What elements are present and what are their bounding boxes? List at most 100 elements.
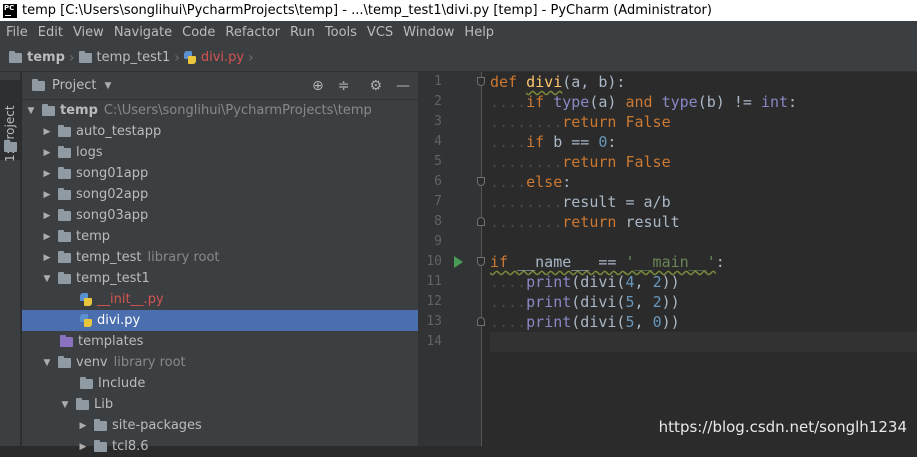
- line-number: 5: [434, 154, 442, 169]
- menu-refactor[interactable]: Refactor: [219, 25, 284, 40]
- fold-marker-icon[interactable]: [477, 177, 485, 186]
- tree-item-auto-testapp[interactable]: ▶ auto_testapp: [22, 121, 418, 142]
- logo-text: PC: [4, 3, 15, 12]
- collapsed-arrow-icon[interactable]: ▶: [42, 148, 52, 158]
- tree-item-song01app[interactable]: ▶ song01app: [22, 163, 418, 184]
- code-line-current: [490, 332, 917, 352]
- breadcrumb: temp › temp_test1 › divi.py ›: [0, 44, 917, 72]
- tree-item-divi-py[interactable]: divi.py: [22, 310, 418, 331]
- tree-item-song02app[interactable]: ▶ song02app: [22, 184, 418, 205]
- editor-gutter: 1 2 3 4 5 6 7 8 9 10 11 12 13 14: [418, 72, 485, 446]
- collapsed-arrow-icon[interactable]: ▶: [42, 127, 52, 137]
- tree-item-logs[interactable]: ▶ logs: [22, 142, 418, 163]
- tree-item-tcl86[interactable]: ▶ tcl8.6: [22, 436, 418, 457]
- breadcrumb-item-temp[interactable]: temp ›: [9, 50, 79, 66]
- breadcrumb-item-temp-test1[interactable]: temp_test1 ›: [78, 49, 184, 66]
- menu-view[interactable]: View: [67, 25, 108, 40]
- code-line: ....print(divi(5, 2)): [490, 293, 680, 311]
- expanded-arrow-icon[interactable]: ▼: [60, 400, 70, 410]
- collapsed-arrow-icon[interactable]: ▶: [42, 211, 52, 221]
- line-number: 1: [434, 74, 442, 89]
- chevron-down-icon[interactable]: ▼: [104, 81, 111, 91]
- code-line: ....if b == 0:: [490, 133, 617, 151]
- menu-tools[interactable]: Tools: [319, 25, 361, 40]
- folder-icon: [78, 50, 92, 63]
- project-tool-tab[interactable]: 1: Project: [0, 80, 21, 162]
- python-file-icon: [80, 293, 92, 306]
- tree-item-label: venv: [76, 355, 108, 370]
- tree-item-label: temp_test: [76, 250, 142, 265]
- code-area[interactable]: def divi(a, b): ....if type(a) and type(…: [490, 72, 917, 352]
- line-number: 6: [434, 174, 442, 189]
- fold-marker-icon[interactable]: [477, 257, 485, 266]
- library-root-label: library root: [147, 250, 220, 265]
- panel-title[interactable]: Project: [52, 78, 96, 93]
- menu-file[interactable]: File: [0, 25, 32, 40]
- folder-icon: [58, 250, 71, 263]
- breadcrumb-item-divi-py[interactable]: divi.py ›: [183, 49, 258, 66]
- collapsed-arrow-icon[interactable]: ▶: [42, 190, 52, 200]
- line-number: 8: [434, 214, 442, 229]
- folder-icon: [58, 271, 71, 284]
- tree-item-label: song02app: [76, 187, 149, 202]
- tree-item-site-packages[interactable]: ▶ site-packages: [22, 415, 418, 436]
- folder-icon: [94, 418, 107, 431]
- tree-item-lib[interactable]: ▼ Lib: [22, 394, 418, 415]
- expanded-arrow-icon[interactable]: ▼: [42, 358, 52, 368]
- fold-marker-icon[interactable]: [477, 77, 485, 86]
- code-line: ....print(divi(4, 2)): [490, 273, 680, 291]
- tree-item-label: temp: [60, 103, 98, 118]
- library-root-label: library root: [113, 355, 186, 370]
- tree-item-temp[interactable]: ▶ temp: [22, 226, 418, 247]
- menu-window[interactable]: Window: [397, 25, 458, 40]
- line-number: 11: [426, 274, 442, 289]
- code-line: ........result = a/b: [490, 193, 671, 211]
- tree-item-init-py[interactable]: __init__.py: [22, 289, 418, 310]
- menu-code[interactable]: Code: [176, 25, 219, 40]
- tree-item-path: C:\Users\songlihui\PycharmProjects\temp: [103, 103, 372, 118]
- tree-item-label: divi.py: [97, 313, 141, 328]
- chevron-right-icon: ›: [174, 49, 180, 66]
- collapsed-arrow-icon[interactable]: ▶: [78, 421, 88, 431]
- fold-marker-icon[interactable]: [477, 317, 485, 326]
- tree-item-temp-root[interactable]: ▼ temp C:\Users\songlihui\PycharmProject…: [22, 100, 418, 121]
- menu-run[interactable]: Run: [284, 25, 319, 40]
- expanded-arrow-icon[interactable]: ▼: [42, 274, 52, 284]
- tree-item-venv[interactable]: ▼ venv library root: [22, 352, 418, 373]
- folder-icon: [58, 208, 71, 221]
- collapsed-arrow-icon[interactable]: ▶: [78, 442, 88, 452]
- tree-item-include[interactable]: Include: [22, 373, 418, 394]
- project-tree: ▼ temp C:\Users\songlihui\PycharmProject…: [22, 100, 418, 457]
- project-panel: Project ▼ ⊕ ≑ ⚙ — ▼ temp C:\Users\songli…: [22, 72, 418, 454]
- tree-item-temp-test1[interactable]: ▼ temp_test1: [22, 268, 418, 289]
- tree-item-label: song03app: [76, 208, 149, 223]
- collapsed-arrow-icon[interactable]: ▶: [42, 253, 52, 263]
- code-editor[interactable]: 1 2 3 4 5 6 7 8 9 10 11 12 13 14 def div…: [418, 72, 917, 446]
- gear-icon[interactable]: ⚙: [369, 78, 382, 94]
- code-line: ........return False: [490, 113, 671, 131]
- tree-item-templates[interactable]: templates: [22, 331, 418, 352]
- fold-marker-icon[interactable]: [477, 217, 485, 226]
- python-file-icon: [183, 51, 196, 64]
- collapsed-arrow-icon[interactable]: ▶: [42, 169, 52, 179]
- collapse-all-icon[interactable]: ≑: [338, 78, 350, 94]
- menu-navigate[interactable]: Navigate: [108, 25, 176, 40]
- breadcrumb-label: divi.py: [200, 50, 245, 65]
- title-bar: PC temp [C:\Users\songlihui\PycharmProje…: [0, 0, 917, 21]
- menu-edit[interactable]: Edit: [32, 25, 67, 40]
- collapsed-arrow-icon[interactable]: ▶: [42, 232, 52, 242]
- menu-vcs[interactable]: VCS: [361, 25, 397, 40]
- folder-icon: [42, 103, 55, 116]
- tree-item-label: Lib: [94, 397, 114, 412]
- code-line: ........return result: [490, 213, 680, 231]
- minimize-icon[interactable]: —: [396, 78, 410, 94]
- tree-item-song03app[interactable]: ▶ song03app: [22, 205, 418, 226]
- menu-help[interactable]: Help: [458, 25, 498, 40]
- expanded-arrow-icon[interactable]: ▼: [26, 106, 36, 116]
- chevron-right-icon: ›: [248, 49, 254, 66]
- run-icon[interactable]: [454, 256, 463, 268]
- folder-icon: [4, 140, 17, 152]
- tree-item-temp-test[interactable]: ▶ temp_test library root: [22, 247, 418, 268]
- locate-icon[interactable]: ⊕: [312, 78, 324, 94]
